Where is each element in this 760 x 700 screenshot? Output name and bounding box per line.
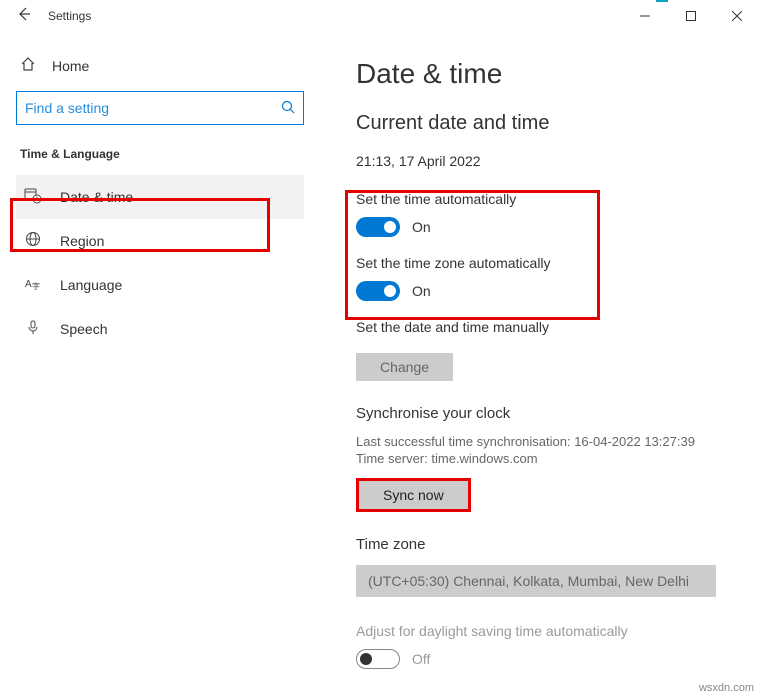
search-icon [281,100,295,117]
back-button[interactable] [0,6,48,27]
sidebar-item-label: Language [60,277,122,293]
watermark: wsxdn.com [699,682,754,694]
sidebar-item-date-time[interactable]: Date & time [16,175,304,219]
sidebar-item-label: Region [60,233,104,249]
sidebar-item-speech[interactable]: Speech [16,307,304,351]
globe-icon [24,231,42,251]
sync-now-button[interactable]: Sync now [359,481,468,509]
sync-server-line: Time server: time.windows.com [356,451,724,466]
dst-state: Off [412,651,430,667]
minimize-button[interactable] [622,0,668,32]
manual-datetime-label: Set the date and time manually [356,319,724,335]
clock-calendar-icon [24,186,42,208]
maximize-button[interactable] [668,0,714,32]
search-box[interactable] [16,91,304,125]
auto-time-label: Set the time automatically [356,191,724,207]
titlebar: Settings [0,0,760,32]
window-title: Settings [48,9,91,23]
dst-label: Adjust for daylight saving time automati… [356,623,724,639]
home-label: Home [52,58,89,74]
timezone-heading: Time zone [356,536,724,553]
sidebar-group-title: Time & Language [16,147,304,161]
timezone-select[interactable]: (UTC+05:30) Chennai, Kolkata, Mumbai, Ne… [356,565,716,597]
search-input[interactable] [25,100,281,116]
accent-bar [656,0,668,2]
sidebar-item-label: Date & time [60,189,133,205]
sidebar-item-label: Speech [60,321,107,337]
microphone-icon [24,319,42,339]
auto-tz-label: Set the time zone automatically [356,255,724,271]
auto-tz-state: On [412,283,431,299]
dst-toggle [356,649,400,669]
auto-time-state: On [412,219,431,235]
page-heading: Date & time [356,58,724,90]
auto-tz-block: Set the time zone automatically On [356,255,724,301]
home-icon [20,56,36,75]
current-datetime-value: 21:13, 17 April 2022 [356,153,724,169]
auto-time-block: Set the time automatically On [356,191,724,237]
language-icon: A字 [24,275,42,295]
svg-text:字: 字 [32,281,40,291]
sync-heading: Synchronise your clock [356,405,724,422]
sync-last-line: Last successful time synchronisation: 16… [356,434,724,449]
svg-text:A: A [25,279,32,290]
close-button[interactable] [714,0,760,32]
content-pane: Date & time Current date and time 21:13,… [320,32,760,700]
sync-highlight: Sync now [356,478,471,512]
sidebar-item-region[interactable]: Region [16,219,304,263]
sidebar-item-language[interactable]: A字 Language [16,263,304,307]
auto-tz-toggle[interactable] [356,281,400,301]
sidebar: Home Time & Language Date & time Region … [0,32,320,700]
home-link[interactable]: Home [16,48,304,91]
section-current-datetime: Current date and time [356,112,724,135]
change-button[interactable]: Change [356,353,453,381]
auto-time-toggle[interactable] [356,217,400,237]
